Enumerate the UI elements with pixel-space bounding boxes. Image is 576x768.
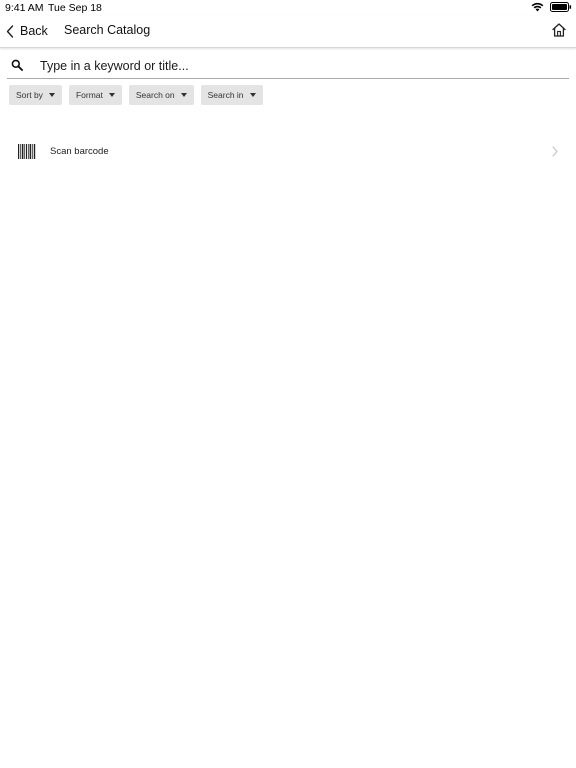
page-title: Search Catalog — [64, 23, 151, 37]
scan-barcode-label: Scan barcode — [50, 146, 109, 157]
sort-by-label: Sort by — [16, 90, 43, 100]
scan-barcode-row[interactable]: Scan barcode — [0, 140, 576, 164]
chevron-left-icon — [6, 24, 14, 38]
search-in-dropdown[interactable]: Search in — [200, 85, 263, 105]
home-button[interactable] — [551, 22, 567, 38]
wifi-icon — [531, 2, 544, 12]
back-button[interactable]: Back — [6, 21, 48, 41]
home-icon — [552, 23, 566, 37]
caret-down-icon — [249, 93, 256, 97]
caret-down-icon — [180, 93, 187, 97]
search-on-dropdown[interactable]: Search on — [128, 85, 194, 105]
search-on-label: Search on — [135, 90, 175, 100]
search-in-label: Search in — [207, 90, 244, 100]
navigation-bar: Back Search Catalog — [0, 16, 576, 48]
status-time: 9:41 AM — [5, 2, 44, 14]
search-field[interactable] — [7, 54, 569, 79]
status-indicators — [531, 2, 572, 12]
filter-bar: Sort by Format Search on Search in — [9, 85, 263, 105]
back-label: Back — [20, 24, 48, 38]
format-dropdown[interactable]: Format — [68, 85, 122, 105]
sort-by-dropdown[interactable]: Sort by — [9, 85, 62, 105]
format-label: Format — [75, 90, 103, 100]
caret-down-icon — [48, 93, 55, 97]
status-date: Tue Sep 18 — [48, 2, 102, 14]
chevron-right-icon — [552, 146, 558, 157]
search-catalog-screen: 9:41 AM Tue Sep 18 Back Search Catalog T… — [0, 0, 576, 768]
search-input[interactable] — [40, 56, 560, 76]
battery-icon — [550, 2, 572, 12]
search-icon — [11, 59, 23, 71]
status-bar: 9:41 AM Tue Sep 18 — [0, 0, 576, 16]
barcode-icon — [18, 144, 36, 159]
caret-down-icon — [108, 93, 115, 97]
